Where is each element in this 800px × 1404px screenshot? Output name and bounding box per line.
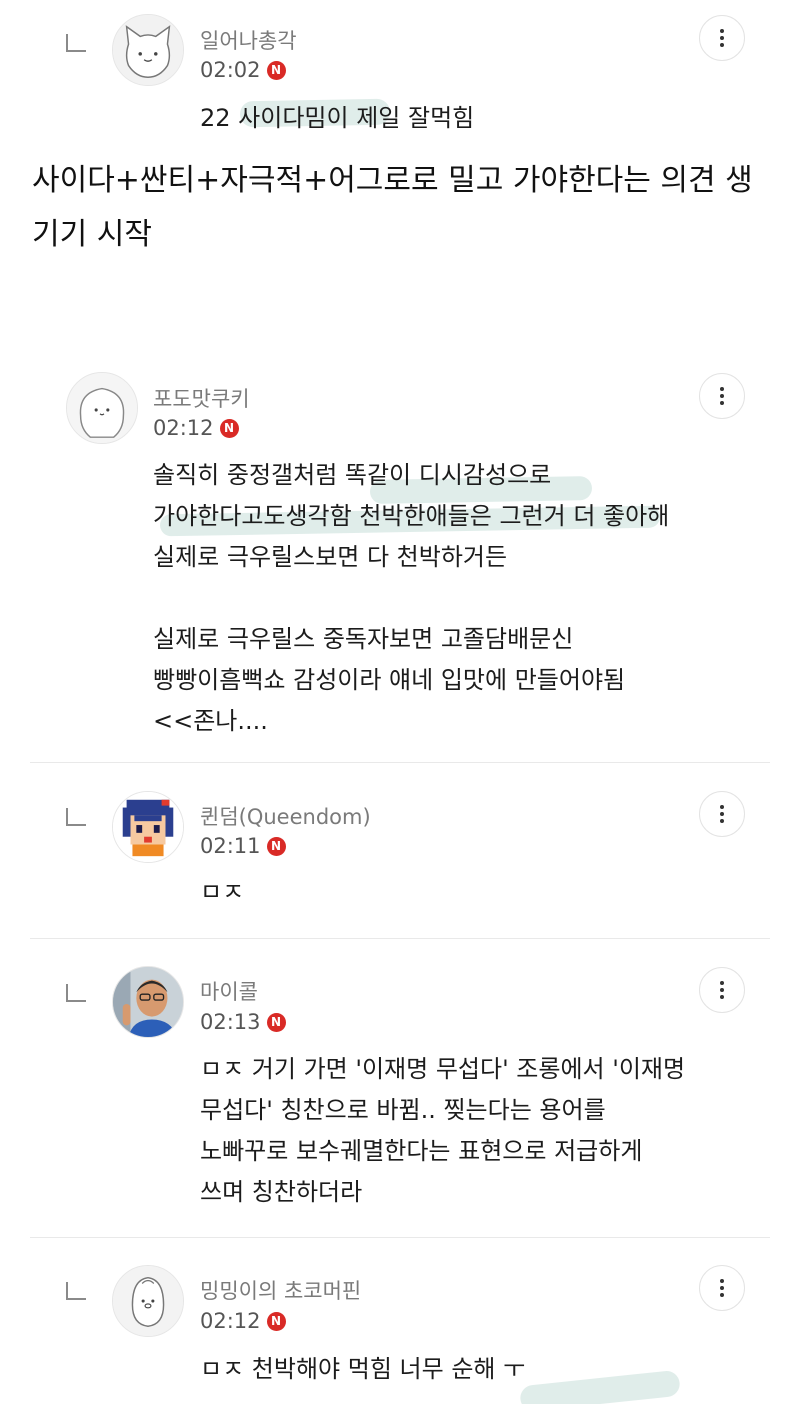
penguin-avatar-icon <box>113 1266 183 1336</box>
divider <box>30 1237 770 1238</box>
new-badge-icon: N <box>266 60 286 80</box>
more-options-button[interactable] <box>699 791 745 837</box>
avatar[interactable] <box>66 372 138 444</box>
avatar[interactable] <box>112 791 184 863</box>
comment-time: 02:02 N <box>200 58 286 82</box>
avatar[interactable] <box>112 966 184 1038</box>
comment-body: 솔직히 중정갤처럼 똑같이 디시감성으로 가야한다고도생각함 천박한애들은 그런… <box>153 461 670 735</box>
avatar[interactable] <box>112 1265 184 1337</box>
comment-time: 02:12 N <box>200 1309 286 1333</box>
reply-arrow-icon <box>66 1282 86 1300</box>
divider <box>30 938 770 939</box>
comment-nickname[interactable]: 퀸덤(Queendom) <box>200 801 371 831</box>
comment-time: 02:11 N <box>200 834 286 858</box>
cat-avatar-icon <box>113 15 183 85</box>
highlight-stroke <box>519 1369 681 1404</box>
comment-nickname[interactable]: 포도맛쿠키 <box>153 383 250 413</box>
blob-avatar-icon <box>67 373 137 443</box>
more-options-button[interactable] <box>699 967 745 1013</box>
more-options-button[interactable] <box>699 373 745 419</box>
comment-nickname[interactable]: 밍밍이의 초코머핀 <box>200 1275 361 1305</box>
divider <box>30 762 770 763</box>
reply-arrow-icon <box>66 34 86 52</box>
comment-nickname[interactable]: 일어나총각 <box>200 25 297 55</box>
comment-body: ㅁㅈ 거기 가면 '이재명 무섭다' 조롱에서 '이재명 무섭다' 칭찬으로 바… <box>200 1055 686 1206</box>
reply-arrow-icon <box>66 808 86 826</box>
new-badge-icon: N <box>266 1311 286 1331</box>
new-badge-icon: N <box>266 836 286 856</box>
new-badge-icon: N <box>266 1012 286 1032</box>
new-badge-icon: N <box>219 418 239 438</box>
more-options-button[interactable] <box>699 15 745 61</box>
person-photo-avatar-icon <box>113 967 183 1037</box>
more-options-button[interactable] <box>699 1265 745 1311</box>
caption-text: 사이다+싼티+자극적+어그로로 밀고 가야한다는 의견 생 기기 시작 <box>32 163 753 252</box>
comment-time: 02:13 N <box>200 1010 286 1034</box>
comment-nickname[interactable]: 마이콜 <box>200 976 258 1006</box>
comment-time: 02:12 N <box>153 416 239 440</box>
comment-body: ㅁㅈ 천박해야 먹힘 너무 순해 ㅜ <box>200 1355 526 1383</box>
reply-arrow-icon <box>66 984 86 1002</box>
pixel-character-avatar-icon <box>113 792 183 862</box>
comment-body: 22 사이다밈이 제일 잘먹힘 <box>200 104 475 132</box>
comment-body: ㅁㅈ <box>200 878 245 906</box>
avatar[interactable] <box>112 14 184 86</box>
